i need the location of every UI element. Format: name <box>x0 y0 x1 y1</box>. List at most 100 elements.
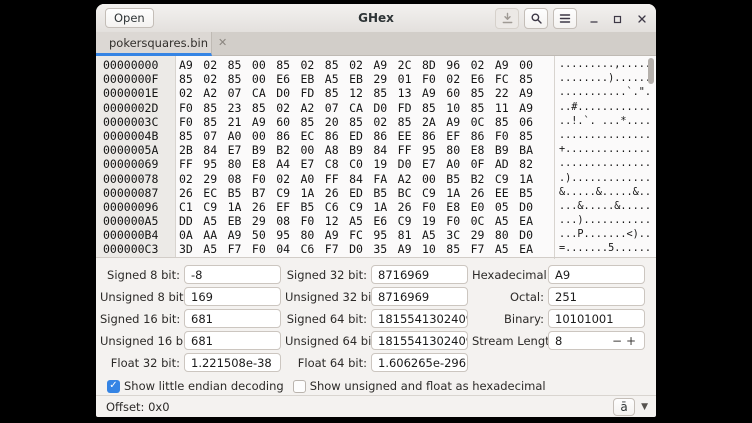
hex-byte[interactable]: E7 <box>228 143 252 157</box>
hex-byte[interactable]: A9 <box>179 58 203 72</box>
hex-byte[interactable]: F0 <box>422 72 446 86</box>
hex-byte[interactable]: 02 <box>276 172 300 186</box>
hex-byte[interactable]: 84 <box>349 172 373 186</box>
hex-byte[interactable]: EF <box>276 200 300 214</box>
hex-byte[interactable]: 07 <box>203 129 227 143</box>
hex-byte[interactable]: 00 <box>252 72 276 86</box>
ascii-row[interactable]: ..!.`. ...*.... <box>559 115 651 129</box>
hex-byte[interactable]: 85 <box>179 72 203 86</box>
ascii-row[interactable]: ..#............ <box>559 101 651 115</box>
hex-byte[interactable]: 19 <box>422 214 446 228</box>
ascii-pane[interactable]: .........,.............)................… <box>554 56 651 259</box>
ascii-row[interactable]: ...........`.". <box>559 86 651 100</box>
hex-byte[interactable]: A5 <box>203 214 227 228</box>
hex-byte[interactable]: EB <box>300 72 324 86</box>
hex-byte[interactable]: 84 <box>203 143 227 157</box>
hex-byte[interactable]: 35 <box>373 242 397 256</box>
hex-byte[interactable]: 86 <box>276 129 300 143</box>
decode-entry-unsigned-16-bit[interactable]: 681 <box>184 331 281 350</box>
hex-byte[interactable]: B5 <box>228 186 252 200</box>
titlebar[interactable]: Open GHex <box>96 4 656 33</box>
hex-byte[interactable]: A5 <box>325 72 349 86</box>
hex-byte[interactable]: F0 <box>252 172 276 186</box>
hex-byte[interactable]: B2 <box>471 172 495 186</box>
hex-byte[interactable]: 00 <box>252 129 276 143</box>
hex-byte[interactable]: FC <box>349 228 373 242</box>
hex-byte[interactable]: FF <box>325 172 349 186</box>
hex-byte[interactable]: C9 <box>422 186 446 200</box>
hex-byte[interactable]: 85 <box>446 242 470 256</box>
hex-byte[interactable]: 80 <box>495 228 519 242</box>
hex-byte[interactable]: 85 <box>228 72 252 86</box>
hex-byte[interactable]: 2A <box>422 115 446 129</box>
hex-byte[interactable]: 1A <box>446 186 470 200</box>
ascii-row[interactable]: ............... <box>559 129 651 143</box>
decode-entry-stream-length[interactable]: 8−+ <box>548 331 645 350</box>
tab-close-icon[interactable]: ✕ <box>218 37 227 48</box>
hex-byte[interactable]: 95 <box>276 228 300 242</box>
minimize-button[interactable] <box>586 8 601 29</box>
hex-byte[interactable]: A9 <box>446 115 470 129</box>
hex-byte[interactable]: F0 <box>446 214 470 228</box>
hex-byte[interactable]: 00 <box>300 143 324 157</box>
hex-byte[interactable]: 85 <box>203 115 227 129</box>
hex-byte[interactable]: 04 <box>276 242 300 256</box>
hex-byte[interactable]: 2C <box>398 58 422 72</box>
hex-byte[interactable]: 85 <box>471 86 495 100</box>
stream-length-decrement-button[interactable]: − <box>610 334 624 348</box>
hex-byte[interactable]: 02 <box>203 72 227 86</box>
hex-byte[interactable]: B5 <box>373 186 397 200</box>
hex-byte[interactable]: A5 <box>495 214 519 228</box>
hex-byte[interactable]: 00 <box>422 172 446 186</box>
hex-byte[interactable]: 85 <box>300 115 324 129</box>
hex-byte[interactable]: 02 <box>373 115 397 129</box>
hex-byte[interactable]: B5 <box>446 172 470 186</box>
hex-byte[interactable]: EA <box>519 242 543 256</box>
hex-byte[interactable]: 80 <box>228 157 252 171</box>
hex-byte[interactable]: E6 <box>471 72 495 86</box>
hex-byte[interactable]: A9 <box>252 115 276 129</box>
hex-byte[interactable]: F7 <box>228 242 252 256</box>
hex-byte[interactable]: 80 <box>300 228 324 242</box>
hex-byte[interactable]: FC <box>495 72 519 86</box>
hex-byte[interactable]: ED <box>349 129 373 143</box>
hex-byte[interactable]: 13 <box>398 86 422 100</box>
hex-byte[interactable]: 85 <box>203 101 227 115</box>
hex-byte[interactable]: A8 <box>325 143 349 157</box>
hex-byte[interactable]: E6 <box>276 72 300 86</box>
hex-byte[interactable]: FA <box>373 172 397 186</box>
hex-byte[interactable]: 21 <box>228 115 252 129</box>
hex-byte[interactable]: 06 <box>519 115 543 129</box>
hex-byte[interactable]: B9 <box>252 143 276 157</box>
hex-byte[interactable]: A9 <box>398 242 422 256</box>
hex-byte[interactable]: 26 <box>325 186 349 200</box>
hex-byte[interactable]: 26 <box>471 186 495 200</box>
hex-byte[interactable]: 02 <box>179 86 203 100</box>
hex-byte[interactable]: 29 <box>373 72 397 86</box>
hex-byte[interactable]: A9 <box>422 86 446 100</box>
hex-byte[interactable]: 80 <box>446 143 470 157</box>
hex-byte[interactable]: 02 <box>349 58 373 72</box>
hex-byte[interactable]: D0 <box>373 101 397 115</box>
hex-byte[interactable]: 0A <box>179 228 203 242</box>
hex-byte[interactable]: 86 <box>325 129 349 143</box>
hex-byte[interactable]: DD <box>179 214 203 228</box>
hex-byte[interactable]: E7 <box>422 157 446 171</box>
hex-byte[interactable]: 12 <box>349 86 373 100</box>
hex-byte[interactable]: 3C <box>446 228 470 242</box>
hex-byte[interactable]: 08 <box>276 214 300 228</box>
hex-byte[interactable]: 00 <box>519 58 543 72</box>
hex-byte[interactable]: 8D <box>422 58 446 72</box>
hex-byte[interactable]: 22 <box>495 86 519 100</box>
hex-byte[interactable]: EC <box>300 129 324 143</box>
hex-byte[interactable]: 29 <box>252 214 276 228</box>
hex-byte[interactable]: 84 <box>373 143 397 157</box>
hex-byte[interactable]: 50 <box>252 228 276 242</box>
hex-byte[interactable]: A4 <box>276 157 300 171</box>
hex-byte[interactable]: 10 <box>422 242 446 256</box>
hex-byte[interactable]: 60 <box>446 86 470 100</box>
hex-byte[interactable]: C0 <box>349 157 373 171</box>
hex-byte[interactable]: A9 <box>373 58 397 72</box>
little-endian-checkbox-item[interactable]: ✓ Show little endian decoding <box>107 379 284 393</box>
hex-byte[interactable]: 07 <box>325 101 349 115</box>
